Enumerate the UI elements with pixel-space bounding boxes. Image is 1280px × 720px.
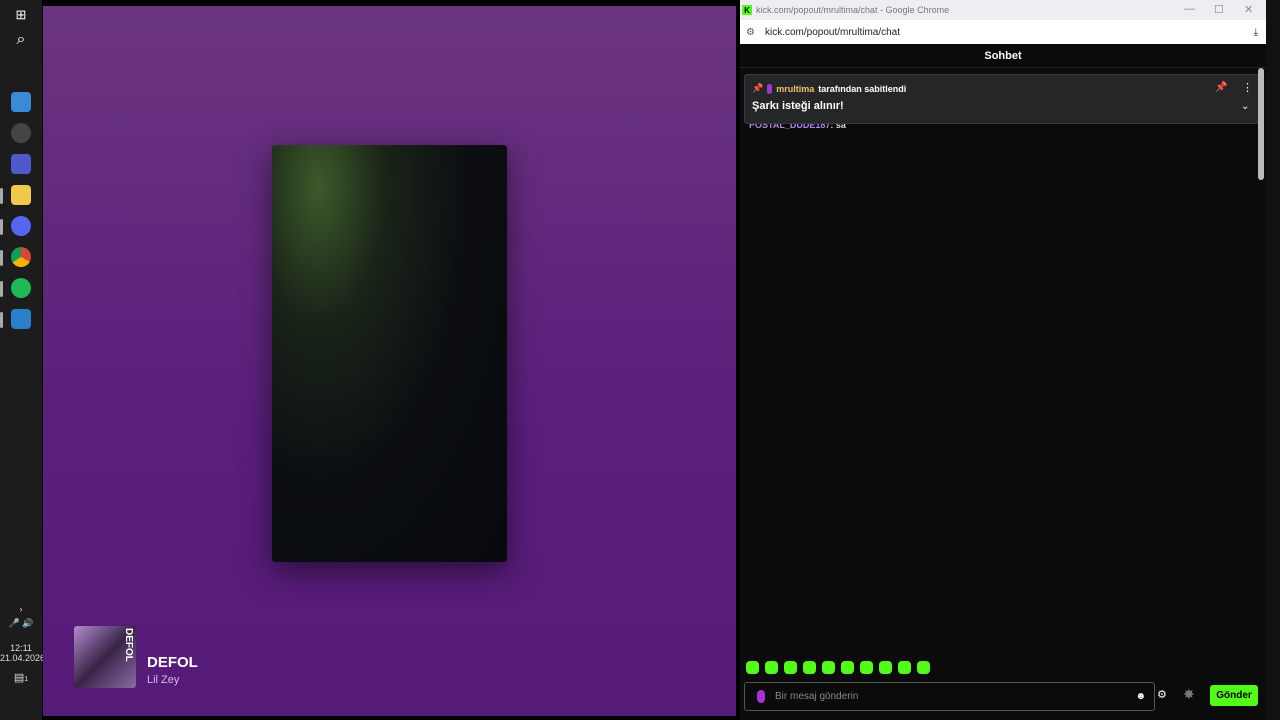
- badge-icon: [767, 83, 773, 94]
- chrome-window: K kick.com/popout/mrultima/chat - Google…: [740, 0, 1266, 720]
- track-title[interactable]: DEFOL: [147, 654, 198, 671]
- emote[interactable]: [746, 661, 759, 674]
- window-title: kick.com/popout/mrultima/chat - Google C…: [756, 5, 950, 15]
- title-bar: K kick.com/popout/mrultima/chat - Google…: [740, 0, 1266, 20]
- minimize-button[interactable]: —: [1184, 3, 1195, 15]
- rewards-icon[interactable]: ✸: [1183, 686, 1195, 703]
- app2-icon[interactable]: [11, 309, 31, 329]
- emote[interactable]: [898, 661, 911, 674]
- chevron-down-icon[interactable]: ⌄: [1241, 101, 1249, 112]
- app-icon[interactable]: [11, 92, 31, 112]
- pinned-user[interactable]: mrultima: [776, 84, 814, 94]
- spotify-window: DEFOL DEFOL Lil Zey: [43, 6, 736, 716]
- pinned-text: Şarkı isteği alınır!: [752, 100, 844, 112]
- notification-icon[interactable]: ▤1: [0, 671, 42, 684]
- emote[interactable]: [879, 661, 892, 674]
- emote[interactable]: [917, 661, 930, 674]
- chevron-right-icon[interactable]: ›: [0, 604, 42, 614]
- site-settings-icon[interactable]: ⚙: [746, 27, 755, 38]
- clock-time[interactable]: 12:11: [0, 643, 42, 653]
- unpin-icon[interactable]: 📌: [1215, 82, 1227, 93]
- download-icon[interactable]: ⤓: [1254, 27, 1258, 38]
- mic-icon[interactable]: [757, 690, 765, 703]
- emote[interactable]: [822, 661, 835, 674]
- file-explorer-icon[interactable]: [11, 185, 31, 205]
- chat-input-placeholder: Bir mesaj gönderin: [775, 691, 859, 702]
- windows-icon[interactable]: ⊞: [11, 5, 31, 25]
- settings-icon[interactable]: ⚙: [1157, 688, 1167, 701]
- pinned-by-text: tarafından sabitlendi: [818, 83, 907, 94]
- chat-input[interactable]: Bir mesaj gönderin ☻: [744, 682, 1155, 711]
- mic-speaker-icons[interactable]: 🎤 🔊: [0, 618, 42, 629]
- track-artist[interactable]: Lil Zey: [147, 674, 179, 686]
- taskbar: ⊞ ⌕ › 🎤 🔊 12:11 21.04.2026 ▤1: [0, 0, 45, 720]
- emote[interactable]: [784, 661, 797, 674]
- emote[interactable]: [803, 661, 816, 674]
- more-options-icon[interactable]: ⋮: [1242, 81, 1253, 94]
- maximize-button[interactable]: ☐: [1214, 3, 1224, 16]
- chrome-icon[interactable]: [11, 247, 31, 267]
- emote-bar: [746, 661, 930, 674]
- album-cover[interactable]: DEFOL: [74, 626, 136, 688]
- background-window-edge: [1266, 0, 1280, 720]
- canvas-video: [272, 145, 507, 562]
- clock-date[interactable]: 21.04.2026: [0, 653, 45, 663]
- chat-header: Sohbet: [740, 44, 1266, 68]
- teams-icon[interactable]: [11, 154, 31, 174]
- scrollbar[interactable]: [1258, 68, 1264, 180]
- emote[interactable]: [765, 661, 778, 674]
- search-icon[interactable]: ⌕: [11, 30, 31, 50]
- pinned-message: 📌 mrultima tarafından sabitlendi Şarkı i…: [744, 74, 1259, 124]
- emote[interactable]: [860, 661, 873, 674]
- close-button[interactable]: ✕: [1244, 3, 1253, 16]
- clock-app-icon[interactable]: [11, 123, 31, 143]
- kick-favicon: K: [742, 5, 752, 15]
- system-tray: › 🎤 🔊 12:11 21.04.2026 ▤1: [0, 604, 45, 684]
- send-button[interactable]: Gönder: [1210, 685, 1258, 706]
- pin-icon: 📌: [752, 83, 764, 93]
- spotify-icon[interactable]: [11, 278, 31, 298]
- discord-icon[interactable]: [11, 216, 31, 236]
- emote[interactable]: [841, 661, 854, 674]
- url-text[interactable]: kick.com/popout/mrultima/chat: [765, 27, 900, 38]
- emoji-icon[interactable]: ☻: [1135, 691, 1146, 702]
- address-bar[interactable]: ⚙ kick.com/popout/mrultima/chat ⤓: [740, 20, 1266, 44]
